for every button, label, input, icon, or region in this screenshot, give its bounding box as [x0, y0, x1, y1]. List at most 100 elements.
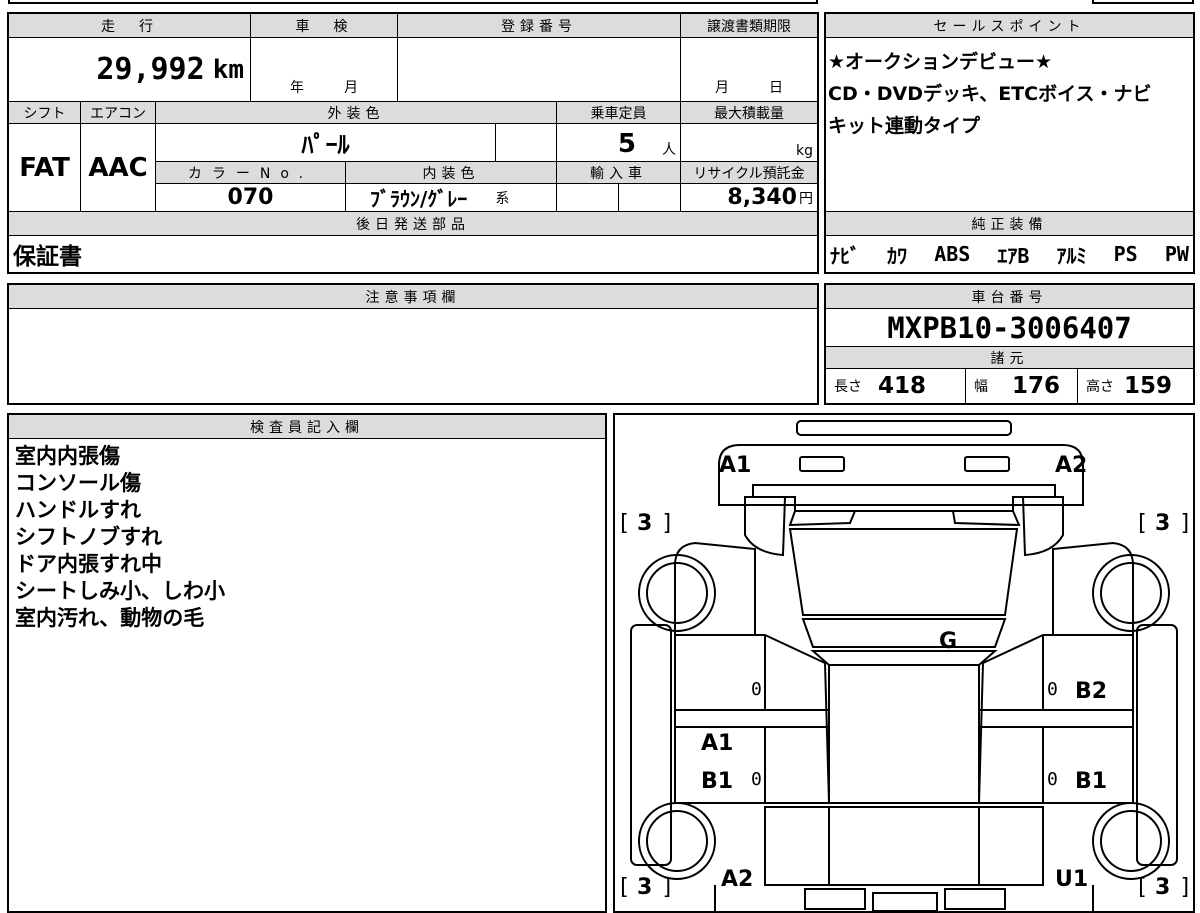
zero-mark-4: 0 [1047, 769, 1058, 790]
transfer-month: 月 [715, 80, 729, 96]
notes-panel: 注意事項欄 [7, 283, 819, 405]
equip-alloy: ｱﾙﾐ [1056, 243, 1087, 268]
spec-height-cell: 高さ 159 [1078, 369, 1193, 403]
zero-mark-1: 0 [751, 679, 762, 700]
import-cell-b [619, 184, 681, 212]
tire-tread-top-right: 3 [1155, 511, 1171, 536]
tire-tread-top-left: 3 [637, 511, 653, 536]
odometer-value: 29,992 [96, 52, 205, 87]
aircon-value: AAC [81, 124, 156, 212]
capacity-cell: 5 人 [557, 124, 681, 162]
label-b2: B2 [1075, 679, 1108, 704]
sales-points-header: セールスポイント [826, 14, 1193, 38]
exterior-color-value: ﾊﾟｰﾙ [156, 124, 496, 162]
capacity-header: 乗車定員 [557, 102, 681, 124]
tire-bracket-open-tr: [ [1135, 511, 1149, 536]
zero-mark-3: 0 [751, 769, 762, 790]
vehicle-info-table: 走 行 車 検 登録番号 譲渡書類期限 29,992 km 年 月 月 日 シフ… [7, 12, 819, 274]
label-g: G [939, 629, 958, 654]
registration-cell [398, 38, 681, 102]
label-u1: U1 [1055, 867, 1089, 892]
inspector-line-7: 室内汚れ、動物の毛 [15, 606, 205, 630]
top-strip-remnant-right [1092, 0, 1194, 4]
registration-header: 登録番号 [398, 14, 681, 38]
later-parts-value: 保証書 [13, 244, 82, 270]
inspection-header: 車 検 [251, 14, 398, 38]
label-b1-right: B1 [1075, 769, 1108, 794]
car-diagram-panel: A1 A2 G B2 A1 B1 B1 A2 U1 0 0 0 0 [ 3 ] … [613, 413, 1195, 913]
transfer-deadline-cell: 月 日 [681, 38, 817, 102]
inspector-line-1: 室内内張傷 [15, 444, 120, 468]
specs-header: 諸元 [826, 347, 1193, 369]
equip-leather: ｶﾜ [887, 243, 908, 268]
sales-points-body: ★オークションデビュー★ CD・DVDデッキ、ETCボイス・ナビ キット連動タイ… [826, 38, 1193, 212]
equip-ps: PS [1113, 242, 1138, 266]
inspector-line-4: シフトノブすれ [15, 525, 162, 549]
sales-point-line-1: ★オークションデビュー★ [828, 51, 1053, 73]
equip-pw: PW [1164, 242, 1189, 266]
odometer-unit: km [212, 54, 244, 85]
tire-bracket-open-bl: [ [617, 875, 631, 900]
notes-header: 注意事項欄 [9, 285, 817, 309]
capacity-unit: 人 [662, 142, 676, 158]
label-a2-bottom: A2 [721, 867, 754, 892]
recycle-cell: 8,340 円 [681, 184, 817, 212]
tire-tread-bottom-right: 3 [1155, 875, 1171, 900]
sales-point-line-2: CD・DVDデッキ、ETCボイス・ナビ [828, 83, 1152, 105]
recycle-header: リサイクル預託金 [681, 162, 817, 184]
tire-bracket-open-tl: [ [617, 511, 631, 536]
tire-bracket-open-br: [ [1135, 875, 1149, 900]
capacity-value: 5 [617, 129, 636, 159]
later-parts-cell: 保証書 [9, 236, 817, 272]
inspector-line-6: シートしみ小、しわ小 [15, 579, 225, 603]
inspection-cell: 年 月 [251, 38, 398, 102]
interior-color-cell: ﾌﾞﾗｳﾝ/ｸﾞﾚｰ 系 [346, 184, 557, 212]
odometer-header: 走 行 [9, 14, 251, 38]
chassis-value: MXPB10-3006407 [826, 309, 1193, 347]
tire-bracket-close-br: ] [1179, 875, 1193, 900]
inspection-year: 年 [290, 80, 304, 96]
genuine-equipment-header: 純正装備 [826, 212, 1193, 236]
shift-header: シフト [9, 102, 81, 124]
label-b1-left: B1 [701, 769, 734, 794]
inspector-line-5: ドア内張すれ中 [15, 552, 162, 576]
tire-bracket-close-tr: ] [1179, 511, 1193, 536]
max-load-header: 最大積載量 [681, 102, 817, 124]
spec-height-label: 高さ [1086, 379, 1114, 395]
exterior-color-extra [496, 124, 557, 162]
max-load-unit: kg [796, 143, 813, 159]
spec-length-cell: 長さ 418 [826, 369, 966, 403]
later-parts-header: 後日発送部品 [9, 212, 817, 236]
color-no-header: カラーNo. [156, 162, 346, 184]
label-a1-left: A1 [701, 731, 734, 756]
odometer-cell: 29,992 km [9, 38, 251, 102]
spec-length-value: 418 [878, 373, 927, 399]
recycle-value: 8,340 [727, 185, 797, 210]
equip-navi: ﾅﾋﾞ [830, 243, 860, 268]
interior-color-suffix: 系 [495, 190, 510, 207]
equip-abs: ABS [934, 242, 971, 266]
inspection-month: 月 [344, 80, 358, 96]
tire-bracket-close-tl: ] [661, 511, 675, 536]
spec-width-value: 176 [1012, 373, 1061, 399]
spec-height-value: 159 [1124, 373, 1173, 399]
shift-value: FAT [9, 124, 81, 212]
inspector-line-3: ハンドルすれ [15, 498, 141, 522]
equip-airbag: ｴｱB [997, 243, 1030, 268]
sales-point-line-3: キット連動タイプ [828, 115, 981, 137]
import-header: 輸入車 [557, 162, 681, 184]
import-cell-a [557, 184, 619, 212]
label-a2-top: A2 [1055, 453, 1088, 478]
inspector-line-2: コンソール傷 [15, 471, 141, 495]
sales-points-panel: セールスポイント ★オークションデビュー★ CD・DVDデッキ、ETCボイス・ナ… [824, 12, 1195, 274]
tire-bracket-close-bl: ] [661, 875, 675, 900]
spec-length-label: 長さ [834, 379, 862, 395]
transfer-deadline-header: 譲渡書類期限 [681, 14, 817, 38]
aircon-header: エアコン [81, 102, 156, 124]
spec-width-label: 幅 [974, 379, 988, 395]
chassis-panel: 車台番号 MXPB10-3006407 諸元 長さ 418 幅 176 高さ 1… [824, 283, 1195, 405]
transfer-day: 日 [769, 80, 783, 96]
color-no-value: 070 [156, 184, 346, 212]
zero-mark-2: 0 [1047, 679, 1058, 700]
chassis-header: 車台番号 [826, 285, 1193, 309]
